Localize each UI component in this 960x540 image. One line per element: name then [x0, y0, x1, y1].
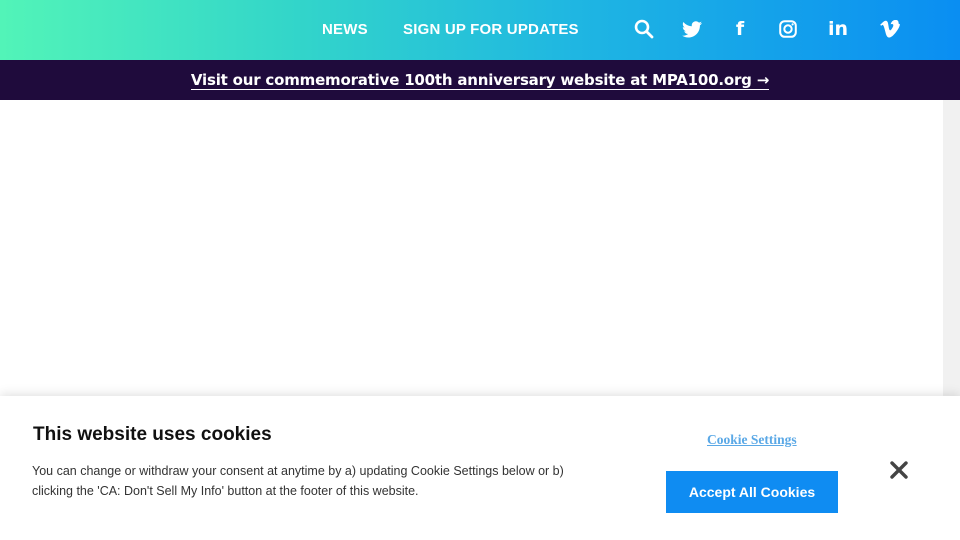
- close-icon[interactable]: [885, 456, 913, 484]
- anniversary-banner: Visit our commemorative 100th anniversar…: [0, 60, 960, 100]
- cookie-settings-link[interactable]: Cookie Settings: [707, 432, 797, 448]
- scrollbar[interactable]: [943, 100, 960, 396]
- cookie-description: You can change or withdraw your consent …: [32, 464, 564, 498]
- anniversary-link[interactable]: Visit our commemorative 100th anniversar…: [190, 71, 769, 90]
- accept-all-cookies-button[interactable]: Accept All Cookies: [666, 471, 838, 513]
- linkedin-icon[interactable]: in: [825, 16, 851, 42]
- nav-link-sign-up[interactable]: SIGN UP FOR UPDATES: [403, 20, 579, 40]
- vimeo-icon[interactable]: [877, 16, 903, 42]
- twitter-icon[interactable]: [679, 16, 705, 42]
- facebook-icon[interactable]: f: [727, 16, 753, 42]
- cookie-title: This website uses cookies: [33, 424, 272, 445]
- instagram-icon[interactable]: [775, 16, 801, 42]
- top-navigation-bar: NEWS SIGN UP FOR UPDATES f in: [0, 0, 960, 60]
- search-icon[interactable]: [631, 16, 657, 42]
- main-content: [0, 100, 943, 396]
- cookie-consent-banner: This website uses cookies You can change…: [0, 396, 960, 540]
- nav-link-news[interactable]: NEWS: [322, 20, 368, 40]
